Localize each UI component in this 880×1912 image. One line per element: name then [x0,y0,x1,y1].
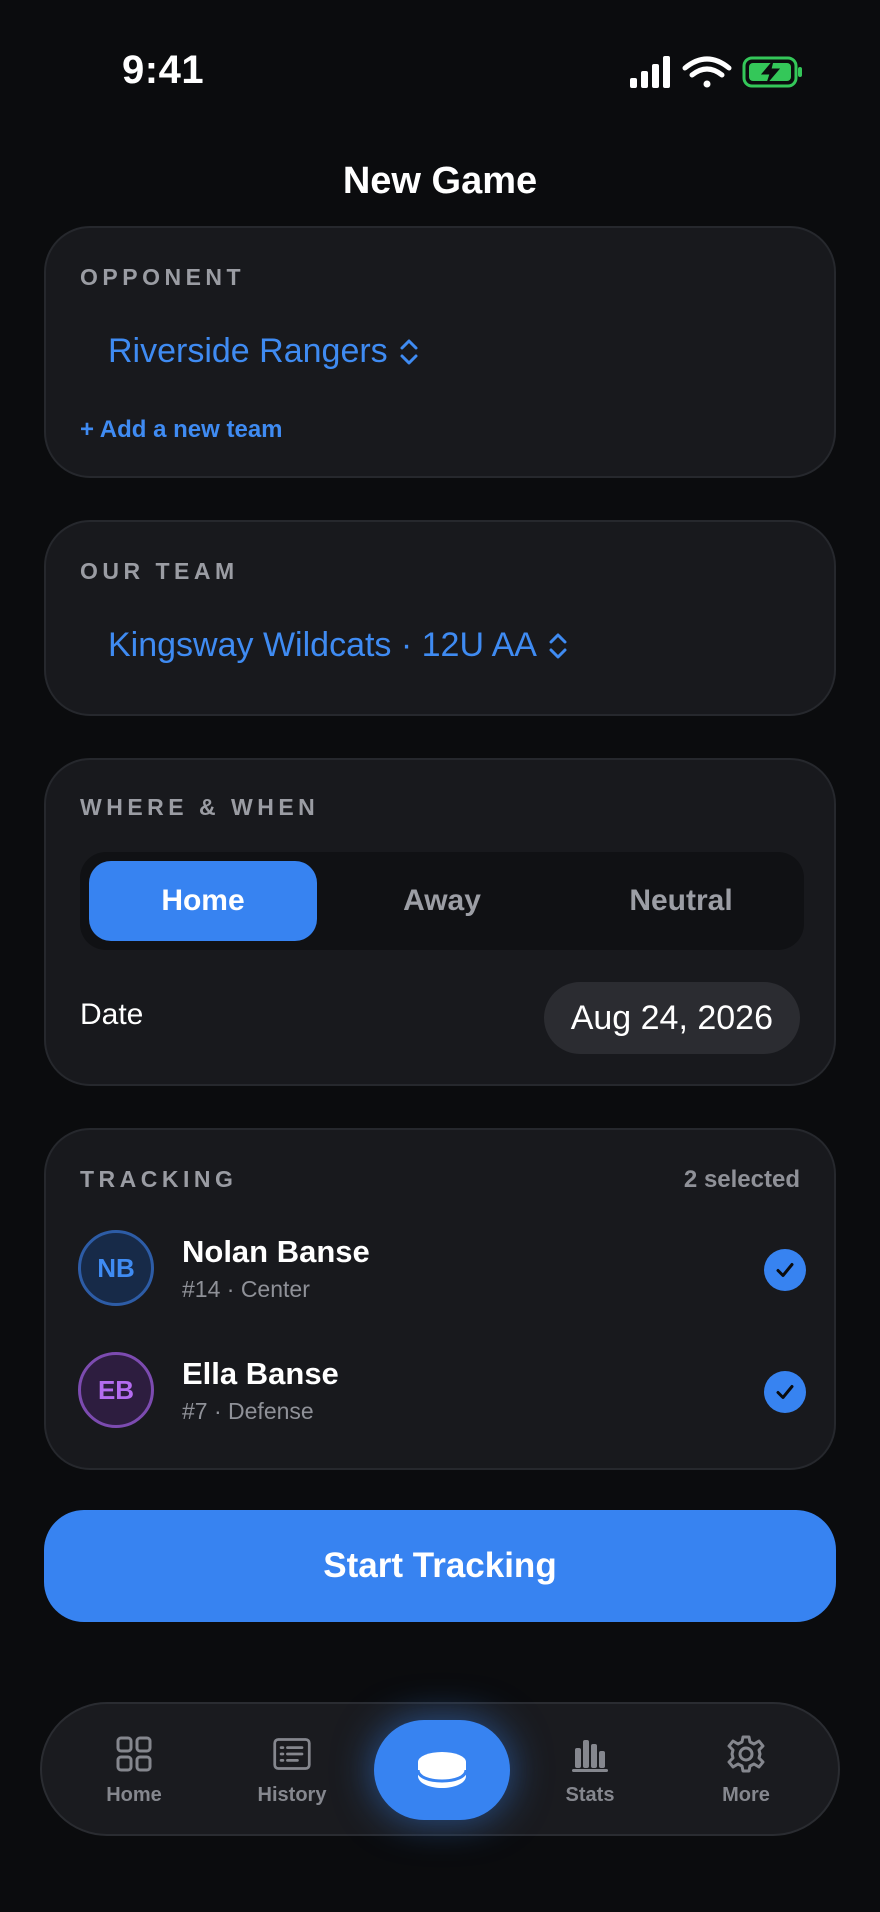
segment-home[interactable]: Home [89,861,317,941]
date-label: Date [80,998,144,1031]
new-game-screen: 9:41 New Game OPPONENT Riverside Rangers [0,0,880,1912]
chevron-up-down-icon [400,339,418,364]
status-icons [630,56,802,88]
tab-bar: Home History Stats More [40,1702,840,1836]
tab-stats[interactable]: Stats [530,1734,650,1814]
bar-chart-icon [572,1740,608,1772]
tab-more[interactable]: More [686,1734,806,1814]
player-name: Ella Banse [182,1356,339,1391]
center-track-button[interactable] [374,1720,510,1820]
player-row[interactable]: EB Ella Banse #7 · Defense [78,1352,806,1428]
gear-icon [727,1735,765,1773]
player-name: Nolan Banse [182,1234,370,1269]
our-team-name: Kingsway Wildcats · 12U AA [108,626,537,664]
tab-label: Stats [565,1784,615,1806]
player-meta: #7 · Defense [182,1398,314,1424]
checkmark-icon[interactable] [764,1249,806,1291]
grid-icon [116,1736,152,1772]
opponent-picker[interactable]: Riverside Rangers [108,332,420,371]
start-tracking-button[interactable]: Start Tracking [44,1510,836,1622]
wifi-icon [682,56,732,88]
our-team-card: OUR TEAM Kingsway Wildcats · 12U AA [44,520,836,716]
opponent-label: OPPONENT [80,264,246,290]
segment-neutral[interactable]: Neutral [567,861,795,941]
selected-count: 2 selected [683,1166,800,1193]
venue-segmented-control: Home Away Neutral [80,852,804,950]
tab-home[interactable]: Home [74,1734,194,1814]
opponent-team-name: Riverside Rangers [108,332,388,370]
battery-icon [742,56,802,88]
player-meta: #14 · Center [182,1276,310,1302]
signal-icon [630,56,670,88]
tab-label: History [257,1784,327,1806]
add-new-team-link[interactable]: + Add a new team [80,416,283,444]
where-when-card: WHERE & WHEN Home Away Neutral Date Aug … [44,758,836,1086]
checkmark-icon[interactable] [764,1371,806,1413]
tab-history[interactable]: History [232,1734,352,1814]
page-title: New Game [342,160,538,202]
chevron-up-down-icon [549,633,567,658]
player-row[interactable]: NB Nolan Banse #14 · Center [78,1230,806,1306]
avatar: EB [78,1352,154,1428]
puck-icon [416,1752,468,1788]
tab-label: Home [106,1784,162,1806]
tracking-label: TRACKING [80,1166,238,1192]
tab-label: More [722,1784,770,1806]
our-team-label: OUR TEAM [80,558,239,584]
avatar: NB [78,1230,154,1306]
date-picker[interactable]: Aug 24, 2026 [543,982,800,1054]
opponent-card: OPPONENT Riverside Rangers + Add a new t… [44,226,836,478]
status-time: 9:41 [122,48,205,92]
list-icon [273,1738,311,1770]
our-team-picker[interactable]: Kingsway Wildcats · 12U AA [108,626,569,665]
tracking-card: TRACKING 2 selected NB Nolan Banse #14 ·… [44,1128,836,1470]
where-when-label: WHERE & WHEN [80,794,320,820]
segment-away[interactable]: Away [328,861,556,941]
